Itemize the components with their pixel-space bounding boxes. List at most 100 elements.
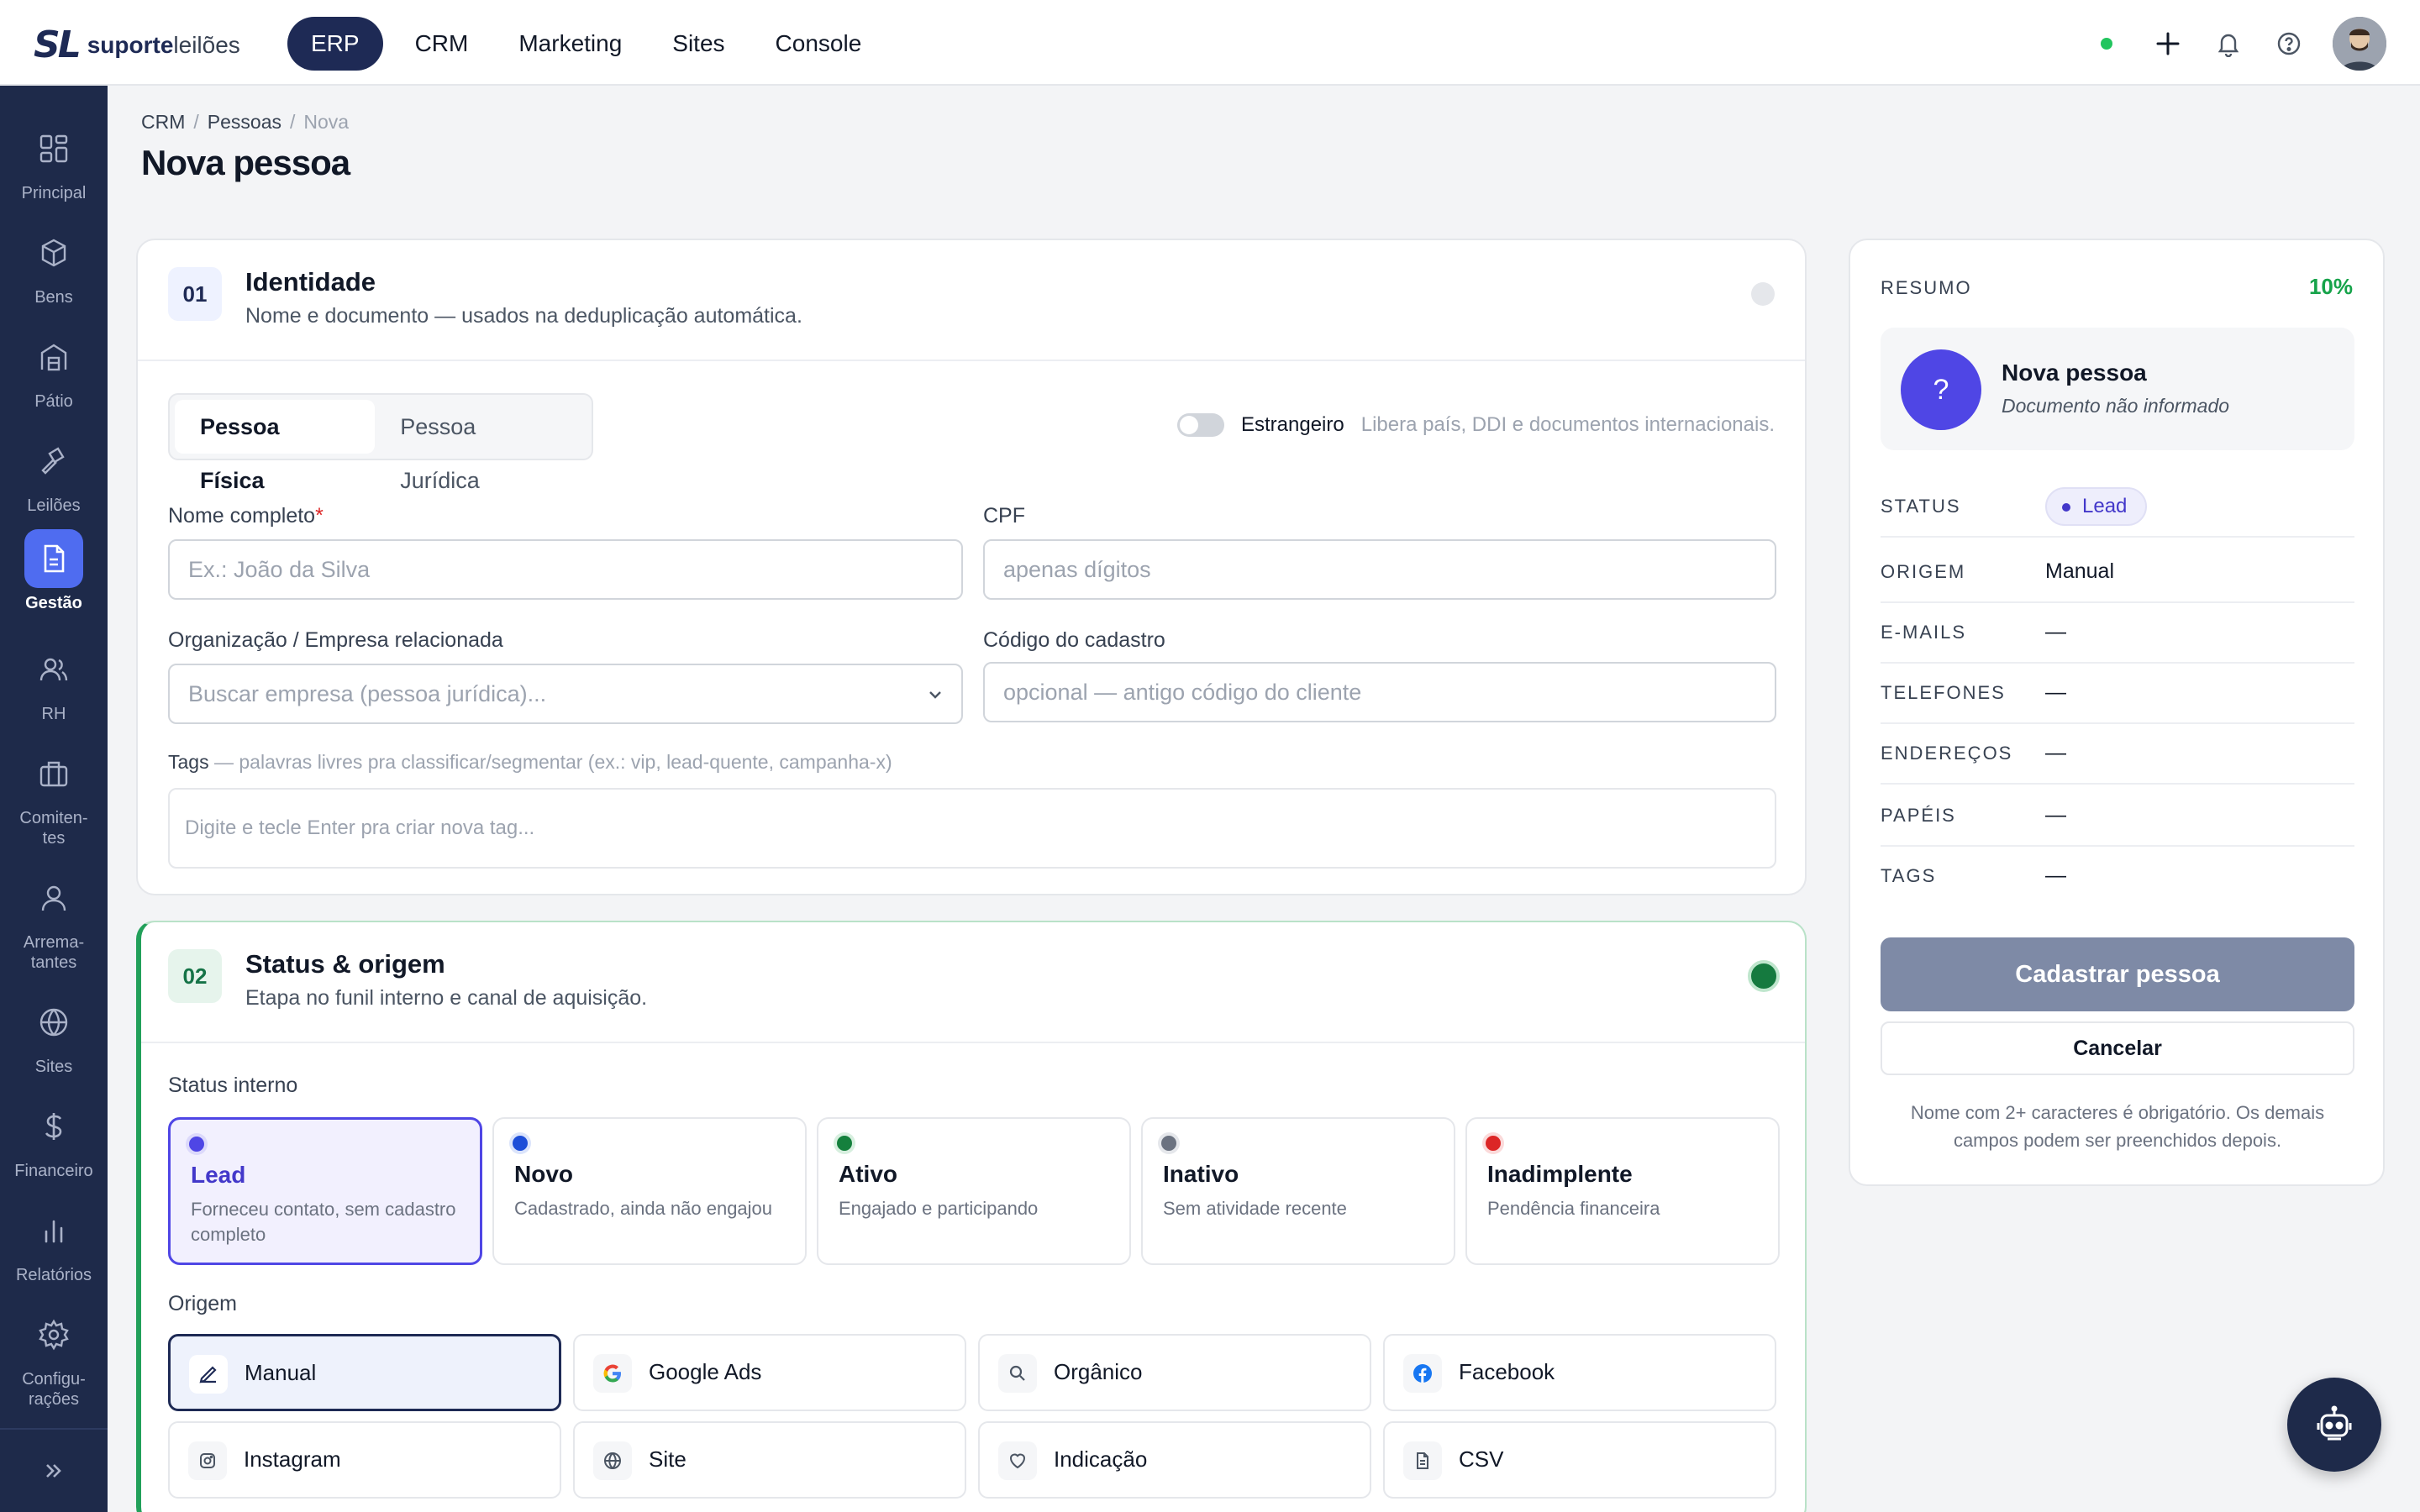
- cpf-field-label: CPF: [983, 504, 1025, 528]
- status-name: Inativo: [1163, 1161, 1239, 1187]
- user-icon: [24, 869, 83, 927]
- sidebar-item-bens[interactable]: Bens: [0, 223, 108, 307]
- sidebar-item-arrematantes[interactable]: Arrema- tantes: [0, 869, 108, 973]
- breadcrumb-pessoas[interactable]: Pessoas: [208, 111, 281, 133]
- code-field-label: Código do cadastro: [983, 628, 1165, 652]
- status-desc: Forneceu contato, sem cadastro completo: [191, 1199, 456, 1245]
- user-avatar[interactable]: [2333, 17, 2386, 71]
- gear-icon: [24, 1305, 83, 1364]
- pencil-icon: [189, 1355, 228, 1394]
- nav-erp[interactable]: ERP: [287, 17, 383, 71]
- summary-person-name: Nova pessoa: [2002, 360, 2147, 386]
- tags-label: Tags — palavras livres pra classificar/s…: [168, 751, 892, 773]
- nav-console[interactable]: Console: [750, 17, 887, 71]
- origin-option-csv[interactable]: CSV: [1383, 1421, 1776, 1499]
- heart-icon: [998, 1441, 1037, 1480]
- status-dot: [837, 1136, 852, 1151]
- sidebar-item-relatorios[interactable]: Relatórios: [0, 1201, 108, 1285]
- sidebar-item-label: Financeiro: [14, 1162, 93, 1180]
- breadcrumb-current: Nova: [303, 111, 350, 133]
- status-name: Inadimplente: [1487, 1161, 1633, 1187]
- sidebar-item-label: tantes: [30, 953, 77, 972]
- sidebar-item-rh[interactable]: RH: [0, 640, 108, 724]
- nav-sites[interactable]: Sites: [647, 17, 750, 71]
- top-nav: ERP CRM Marketing Sites Console: [287, 17, 886, 71]
- origin-option-facebook[interactable]: Facebook: [1383, 1334, 1776, 1411]
- name-field-label: Nome completo*: [168, 504, 324, 528]
- summary-person-card: ? Nova pessoa Documento não informado: [1881, 328, 2354, 450]
- status-option-novo[interactable]: Novo Cadastrado, ainda não engajou: [492, 1117, 807, 1265]
- summary-key: TAGS: [1881, 865, 1937, 886]
- online-status-dot: [2101, 38, 2112, 50]
- org-select[interactable]: Buscar empresa (pessoa jurídica)...: [168, 664, 963, 724]
- sidebar-item-gestao[interactable]: Gestão: [0, 529, 108, 613]
- tab-pessoa-juridica[interactable]: Pessoa Jurídica: [375, 400, 587, 493]
- tags-input[interactable]: Digite e tecle Enter pra criar nova tag.…: [168, 788, 1776, 869]
- sidebar-item-label: RH: [41, 705, 66, 723]
- breadcrumb-crm[interactable]: CRM: [141, 111, 185, 133]
- status-origin-section: 02 Status & origem Etapa no funil intern…: [136, 921, 1807, 1512]
- google-icon: [593, 1354, 632, 1393]
- status-option-ativo[interactable]: Ativo Engajado e participando: [817, 1117, 1131, 1265]
- step-number: 02: [168, 949, 222, 1003]
- warehouse-icon: [24, 328, 83, 386]
- full-name-input[interactable]: Ex.: João da Silva: [168, 539, 963, 600]
- origin-option-organico[interactable]: Orgânico: [978, 1334, 1371, 1411]
- status-option-inadimplente[interactable]: Inadimplente Pendência financeira: [1465, 1117, 1780, 1265]
- section-subtitle: Nome e documento — usados na deduplicaçã…: [245, 304, 802, 328]
- summary-title: RESUMO: [1881, 277, 1972, 298]
- submit-button[interactable]: Cadastrar pessoa: [1881, 937, 2354, 1011]
- sidebar-expand-button[interactable]: [0, 1428, 108, 1512]
- facebook-icon: [1403, 1354, 1442, 1393]
- sidebar-item-configuracoes[interactable]: Configu- rações: [0, 1305, 108, 1410]
- top-actions: [2101, 17, 2386, 71]
- summary-row-emails: E-MAILS —: [1881, 603, 2354, 664]
- grid-icon: [24, 119, 83, 178]
- summary-row-papeis: PAPÉIS —: [1881, 786, 2354, 847]
- help-icon[interactable]: [2272, 27, 2306, 60]
- summary-row-telefones: TELEFONES —: [1881, 664, 2354, 724]
- status-option-inativo[interactable]: Inativo Sem atividade recente: [1141, 1117, 1455, 1265]
- origin-option-indicacao[interactable]: Indicação: [978, 1421, 1371, 1499]
- tab-pessoa-fisica[interactable]: Pessoa Física: [175, 400, 376, 493]
- origin-option-google-ads[interactable]: Google Ads: [573, 1334, 966, 1411]
- plus-icon[interactable]: [2151, 27, 2185, 60]
- origin-option-instagram[interactable]: Instagram: [168, 1421, 561, 1499]
- users-icon: [24, 640, 83, 699]
- origin-option-manual[interactable]: Manual: [168, 1334, 561, 1411]
- sidebar-item-label: rações: [28, 1390, 80, 1409]
- nav-marketing[interactable]: Marketing: [493, 17, 647, 71]
- bell-icon[interactable]: [2212, 27, 2245, 60]
- origin-option-site[interactable]: Site: [573, 1421, 966, 1499]
- breadcrumb: CRM / Pessoas / Nova: [141, 111, 350, 133]
- origin-name: Indicação: [1054, 1446, 1148, 1472]
- sidebar-item-label: Leilões: [27, 496, 81, 515]
- sidebar: Principal Bens Pátio Leilões Gestão RH C…: [0, 86, 108, 1512]
- section-subtitle: Etapa no funil interno e canal de aquisi…: [245, 986, 648, 1010]
- brand-logo[interactable]: SL suporteleilões: [34, 24, 240, 66]
- summary-row-status: STATUS Lead: [1881, 477, 2354, 538]
- cpf-input[interactable]: apenas dígitos: [983, 539, 1776, 600]
- sidebar-item-leiloes[interactable]: Leilões: [0, 432, 108, 516]
- sidebar-item-comitentes[interactable]: Comiten- tes: [0, 744, 108, 848]
- sidebar-item-sites[interactable]: Sites: [0, 993, 108, 1077]
- sidebar-item-label: Arrema-: [23, 933, 85, 952]
- status-desc: Cadastrado, ainda não engajou: [514, 1198, 773, 1219]
- status-option-lead[interactable]: Lead Forneceu contato, sem cadastro comp…: [168, 1117, 482, 1265]
- foreigner-toggle-label: Estrangeiro: [1240, 413, 1344, 436]
- origin-label: Origem: [168, 1292, 237, 1315]
- summary-key: E-MAILS: [1881, 622, 1967, 643]
- top-bar: SL suporteleilões ERP CRM Marketing Site…: [0, 0, 2420, 86]
- sidebar-item-financeiro[interactable]: Financeiro: [0, 1097, 108, 1181]
- foreigner-toggle[interactable]: [1176, 413, 1224, 437]
- cancel-button[interactable]: Cancelar: [1881, 1021, 2354, 1075]
- sidebar-item-principal[interactable]: Principal: [0, 119, 108, 203]
- code-input[interactable]: opcional — antigo código do cliente: [983, 662, 1776, 722]
- sidebar-item-patio[interactable]: Pátio: [0, 328, 108, 412]
- status-dot: [1486, 1136, 1501, 1151]
- nav-crm[interactable]: CRM: [390, 17, 494, 71]
- section-title: Status & origem: [245, 949, 445, 979]
- chevrons-right-icon: [46, 1464, 61, 1478]
- status-section-header: 02 Status & origem Etapa no funil intern…: [141, 922, 1805, 1043]
- assistant-fab-button[interactable]: [2287, 1378, 2381, 1472]
